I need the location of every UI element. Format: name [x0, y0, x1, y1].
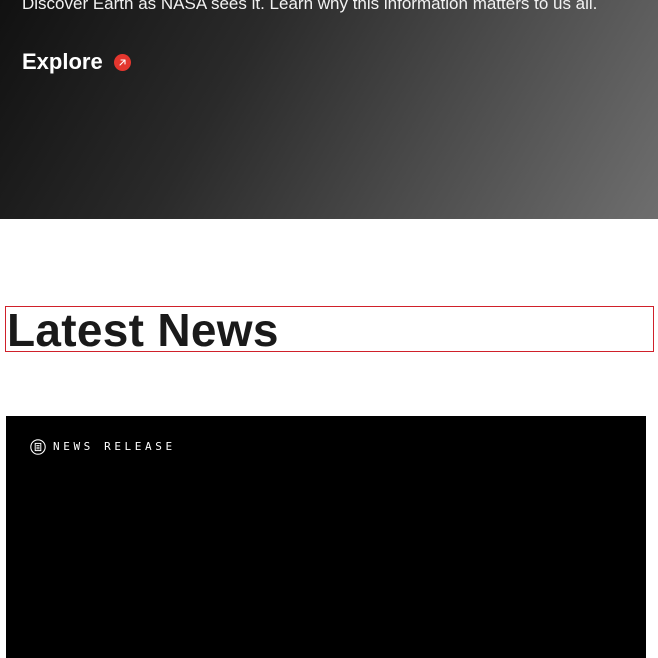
news-tag: NEWS RELEASE — [30, 439, 176, 455]
latest-news-title: Latest News — [7, 306, 279, 352]
arrow-up-right-icon — [113, 54, 131, 71]
explore-label: Explore — [22, 49, 103, 74]
hero-description: Discover Earth as NASA sees it. Learn wh… — [22, 0, 598, 13]
page: Discover Earth as NASA sees it. Learn wh… — [0, 0, 658, 658]
document-icon — [30, 439, 46, 455]
news-tag-label: NEWS RELEASE — [53, 440, 176, 453]
latest-news-heading: Latest News — [5, 306, 654, 352]
news-card[interactable]: NEWS RELEASE — [6, 416, 646, 658]
hero-banner: Discover Earth as NASA sees it. Learn wh… — [0, 0, 658, 219]
explore-link[interactable]: Explore — [22, 49, 131, 75]
